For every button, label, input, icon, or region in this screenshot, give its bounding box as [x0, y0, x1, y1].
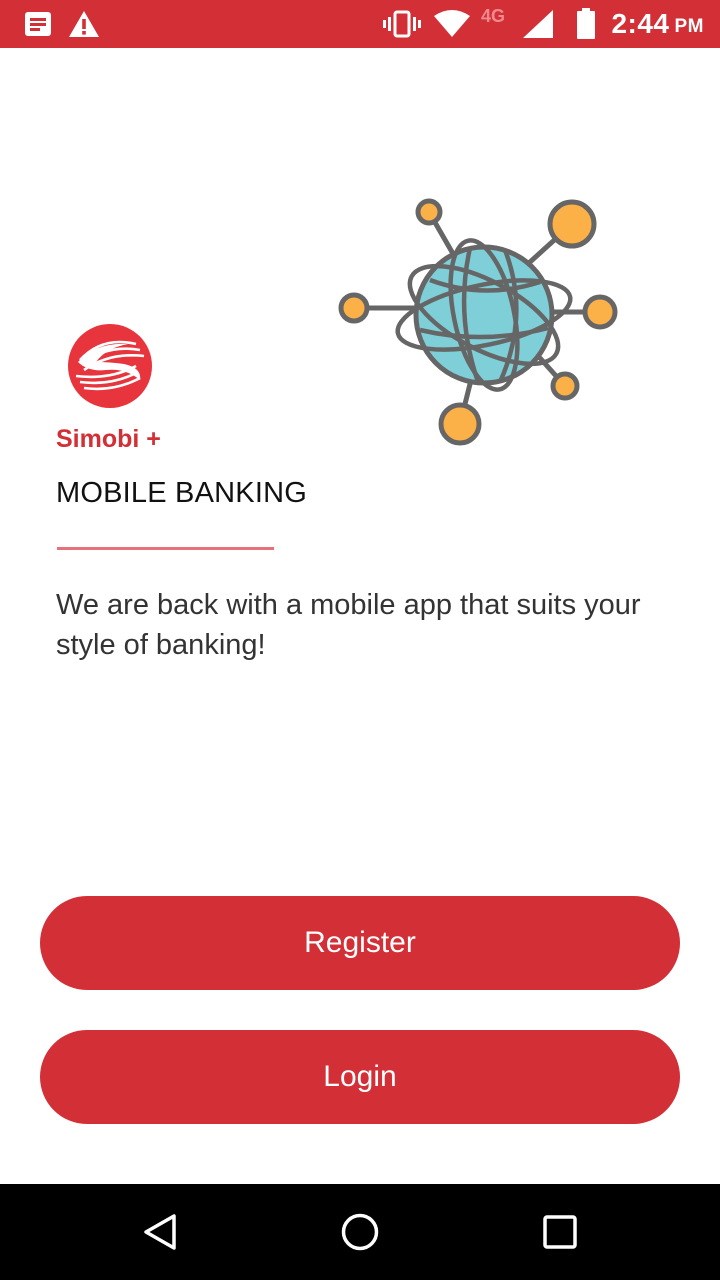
home-icon[interactable] — [300, 1184, 420, 1280]
signal-icon — [520, 0, 556, 48]
clock-time: 2:44 — [611, 8, 670, 39]
title-divider — [57, 547, 274, 550]
status-bar: 4G 2:44 PM — [0, 0, 720, 48]
vibrate-icon — [382, 0, 422, 48]
simobi-logo-icon — [68, 324, 152, 408]
status-clock: 2:44 PM — [611, 0, 704, 48]
welcome-screen: 4G 2:44 PM Simobi + MOBILE BANKING We ar… — [0, 0, 720, 1280]
register-button[interactable]: Register — [40, 896, 680, 990]
login-button[interactable]: Login — [40, 1030, 680, 1124]
brand-name: Simobi + — [56, 425, 161, 453]
globe-network-icon — [338, 198, 618, 446]
clock-ampm: PM — [674, 16, 704, 37]
network-type-label: 4G — [481, 6, 506, 26]
tagline-text: We are back with a mobile app that suits… — [56, 589, 641, 661]
system-nav-bar — [0, 1184, 720, 1280]
battery-icon — [572, 0, 600, 48]
notification-icon — [22, 0, 54, 48]
back-icon[interactable] — [100, 1184, 220, 1280]
warning-icon — [66, 0, 102, 48]
wifi-icon — [432, 0, 472, 48]
page-title: MOBILE BANKING — [56, 477, 307, 509]
recents-icon[interactable] — [500, 1184, 620, 1280]
